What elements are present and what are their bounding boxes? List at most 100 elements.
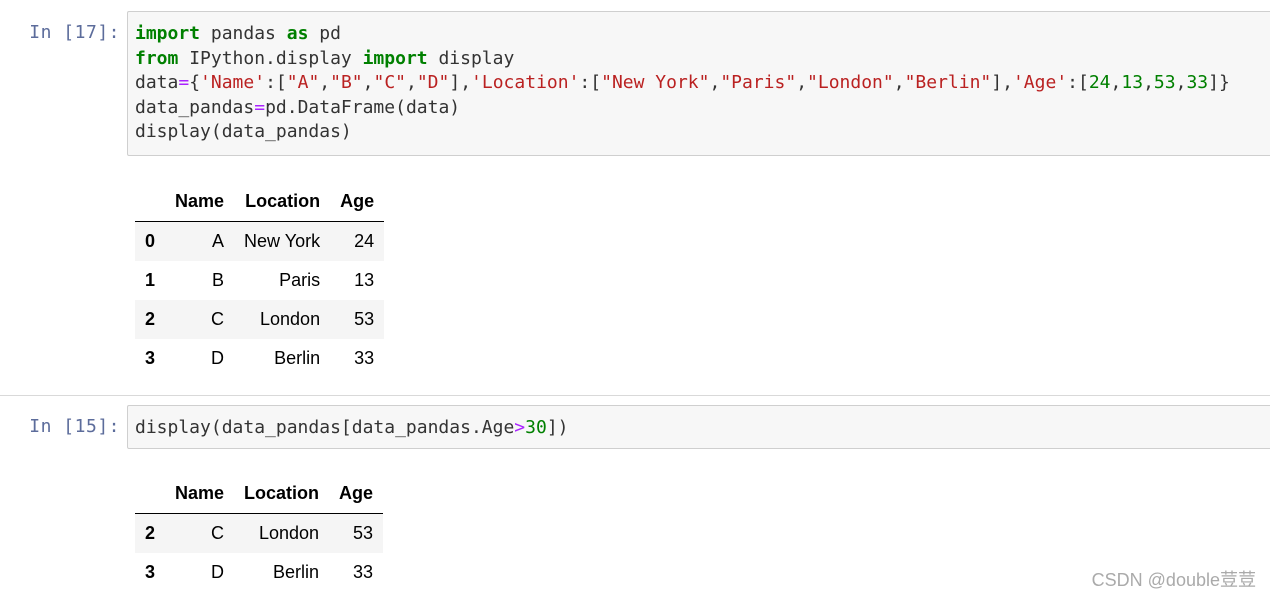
code-token: 'Age': [1012, 72, 1068, 94]
code-token: :[: [579, 72, 602, 94]
dataframe-column-header: Age: [330, 182, 385, 222]
dataframe-cell: Berlin: [274, 348, 321, 368]
dataframe-cell: 53: [354, 309, 375, 329]
dataframe-cell: New York: [244, 231, 321, 251]
code-token: "London": [807, 72, 894, 94]
code-token: ,: [1143, 72, 1154, 94]
dataframe-row: 3 D Berlin 33: [135, 339, 384, 378]
code-token: import: [362, 47, 428, 69]
code-token: >: [514, 417, 526, 438]
code-token: as: [286, 23, 309, 44]
dataframe-column-header: Location: [234, 182, 331, 222]
cell-1-prompt: In [17]:: [29, 22, 120, 43]
code-token: pd: [308, 23, 341, 44]
code-token: 24: [1088, 72, 1111, 94]
dataframe-row-index: 2: [145, 309, 156, 329]
watermark: CSDN @double荳荳: [1091, 570, 1256, 590]
code-token: 13: [1121, 72, 1144, 94]
code-token: 53: [1153, 72, 1176, 94]
code-line: from IPython.display import display: [135, 47, 1270, 72]
code-token: 30: [525, 417, 547, 438]
code-token: ]}: [1208, 72, 1230, 94]
cell-2-code[interactable]: display(data_pandas[data_pandas.Age>30]): [128, 406, 1270, 441]
dataframe-header-row: Name Location Age: [135, 474, 384, 514]
dataframe-cell: 33: [354, 348, 375, 368]
code-token: display(data_pandas): [135, 121, 352, 143]
code-token: "C": [373, 72, 406, 94]
dataframe-cell: A: [212, 231, 225, 251]
code-token: "D": [416, 72, 450, 94]
dataframe-cell: London: [258, 523, 320, 543]
code-token: IPython.display: [178, 47, 363, 69]
dataframe-row: 2 C London 53: [135, 300, 385, 339]
dataframe-cell: D: [211, 348, 225, 368]
dataframe-column-header: Name: [165, 474, 235, 514]
dataframe-row-index: 0: [145, 231, 156, 251]
code-token: "A": [286, 72, 320, 94]
dataframe-index-header: [135, 182, 166, 222]
cell-1-code-input[interactable]: import pandas as pd from IPython.display …: [127, 11, 1270, 156]
dataframe-cell: D: [211, 562, 225, 582]
dataframe-cell: B: [212, 270, 225, 290]
dataframe-row-index: 2: [145, 523, 156, 543]
code-token: 33: [1186, 72, 1209, 94]
code-token: =: [254, 96, 266, 118]
dataframe-cell: 13: [354, 270, 375, 290]
code-token: pandas: [200, 23, 287, 44]
code-token: ,: [406, 72, 417, 94]
code-line: display(data_pandas[data_pandas.Age>30]): [135, 416, 1270, 441]
code-token: ,: [709, 72, 721, 94]
dataframe-row-index: 1: [145, 270, 156, 290]
code-token: pd.DataFrame(data): [265, 96, 461, 118]
dataframe-cell: 53: [353, 523, 374, 543]
code-token: ,: [319, 72, 331, 94]
code-token: {: [189, 72, 201, 94]
code-token: ]): [546, 417, 569, 438]
dataframe-column-header: Name: [165, 182, 235, 222]
dataframe-row: 1 B Paris 13: [135, 261, 384, 300]
code-token: :[: [265, 72, 287, 94]
code-token: ,: [1110, 72, 1122, 94]
code-token: ,: [1175, 72, 1187, 94]
dataframe-row: 3 D Berlin 33: [135, 553, 383, 592]
cell-2-code-input[interactable]: display(data_pandas[data_pandas.Age>30]): [127, 405, 1270, 449]
dataframe-cell: 24: [354, 231, 375, 251]
code-token: ,: [362, 72, 374, 94]
code-token: ],: [449, 72, 472, 94]
code-token: display: [427, 47, 515, 69]
code-token: 'Name': [200, 72, 266, 94]
code-line: display(data_pandas): [135, 120, 1270, 145]
dataframe-row: 0 A New York 24: [135, 221, 385, 261]
dataframe-cell: Paris: [279, 270, 321, 290]
cell-1-code[interactable]: import pandas as pd from IPython.display …: [128, 12, 1270, 145]
code-token: import: [135, 23, 201, 44]
dataframe-cell: London: [260, 309, 321, 329]
cell-2-output-dataframe: Name Location Age 2 C London 53 3 D Berlin 33: [135, 474, 384, 592]
dataframe-column-header: Age: [329, 474, 384, 514]
dataframe-row: 2 C London 53: [135, 513, 384, 553]
code-line: import pandas as pd: [135, 22, 1270, 47]
code-token: :[: [1067, 72, 1089, 94]
code-token: "B": [330, 72, 363, 94]
dataframe-row-index: 3: [145, 562, 156, 582]
code-token: ,: [796, 72, 808, 94]
code-token: ],: [991, 72, 1013, 94]
dataframe-cell: C: [211, 523, 225, 543]
dataframe-cell: 33: [353, 562, 374, 582]
code-token: 'Location': [471, 72, 580, 94]
cell-separator: [0, 395, 1270, 396]
code-token: =: [178, 72, 190, 94]
code-token: from: [135, 47, 179, 69]
code-token: ,: [893, 72, 905, 94]
dataframe-column-header: Location: [234, 474, 330, 514]
code-token: display(data_pandas[data_pandas.Age: [135, 417, 515, 438]
dataframe-row-index: 3: [145, 348, 156, 368]
dataframe-index-header: [135, 474, 166, 514]
dataframe-header-row: Name Location Age: [135, 182, 385, 222]
code-token: data_pandas: [135, 96, 255, 118]
dataframe-cell: Berlin: [273, 562, 320, 582]
code-token: data: [135, 72, 179, 94]
cell-2-prompt: In [15]:: [29, 416, 120, 437]
code-line: data_pandas=pd.DataFrame(data): [135, 96, 1270, 121]
code-token: "Paris": [720, 72, 797, 94]
